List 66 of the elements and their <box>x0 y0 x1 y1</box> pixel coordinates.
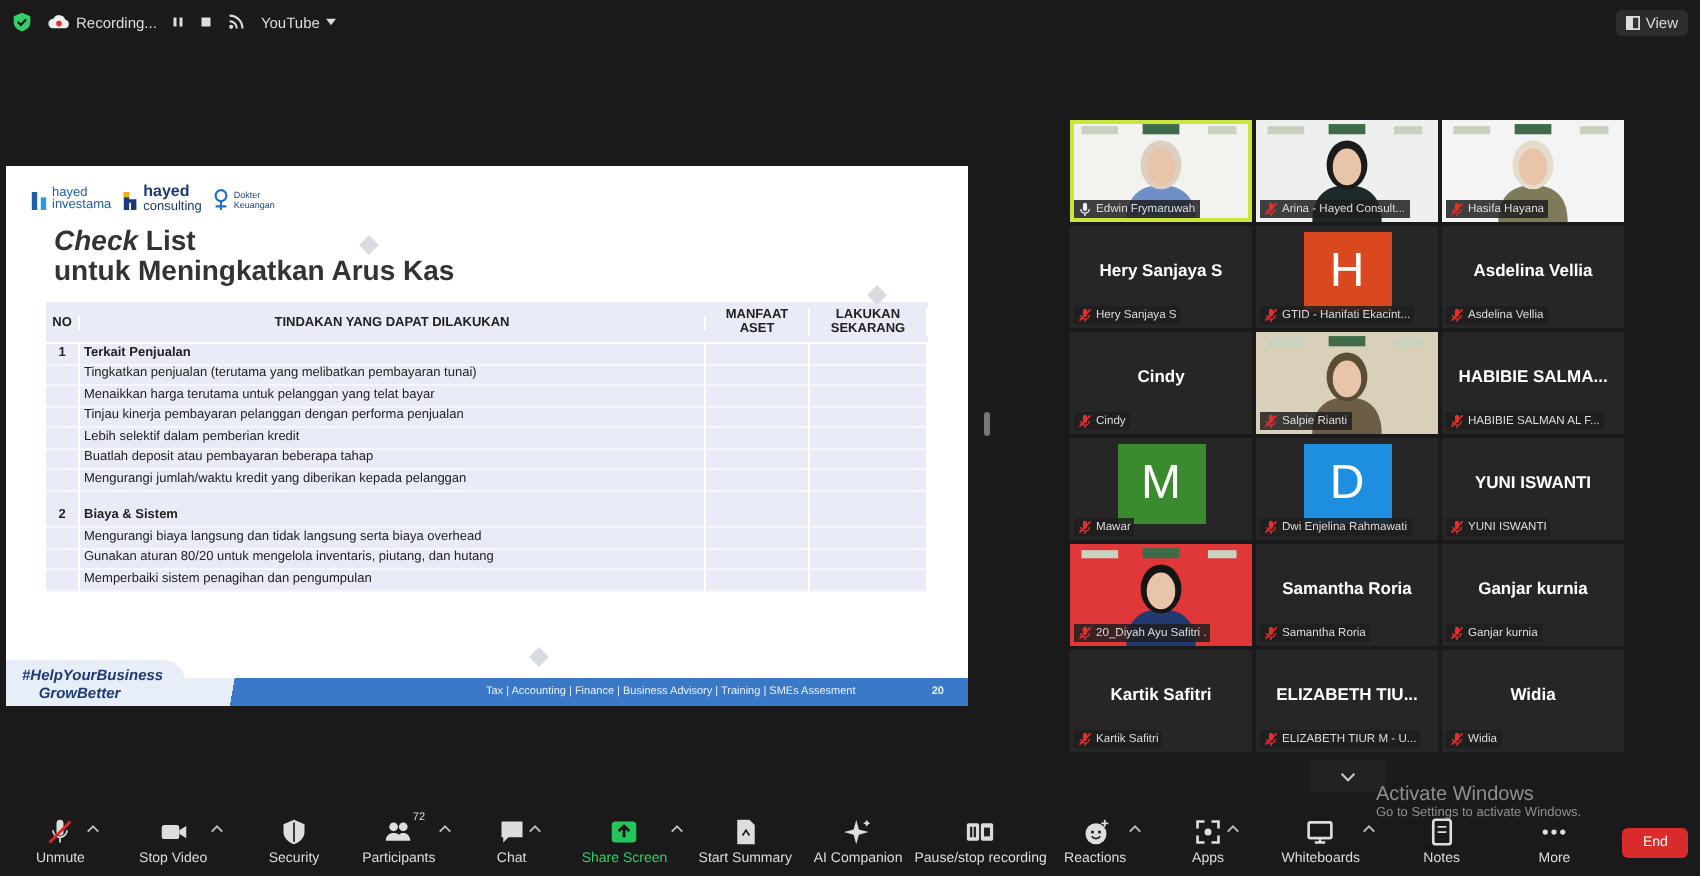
sparkle-icon <box>844 818 873 846</box>
participants-icon <box>384 818 413 846</box>
muted-microphone-icon <box>1450 414 1464 428</box>
participant-name: ELIZABETH TIU... <box>1276 683 1418 703</box>
participant-name: Samantha Roria <box>1282 577 1412 597</box>
logo-icon <box>30 187 48 213</box>
caret-icon[interactable] <box>209 824 224 834</box>
muted-microphone-icon <box>46 818 75 846</box>
muted-microphone-icon <box>1078 732 1092 746</box>
logo-icon <box>211 187 230 213</box>
chat-bubble-icon <box>497 818 526 846</box>
muted-microphone-icon <box>1264 626 1278 640</box>
caret-icon <box>325 18 336 26</box>
participant-name: Widia <box>1510 683 1556 703</box>
participant-name: Asdelina Vellia <box>1473 259 1593 279</box>
avatar: H <box>1303 231 1391 311</box>
muted-microphone-icon <box>1264 414 1278 428</box>
shield-check-icon[interactable] <box>12 12 32 32</box>
caret-icon[interactable] <box>1226 824 1240 834</box>
muted-microphone-icon <box>1450 732 1464 746</box>
avatar: D <box>1303 443 1391 523</box>
avatar: M <box>1117 443 1205 523</box>
logo-icon <box>121 187 140 213</box>
chevron-down-icon <box>1340 771 1356 781</box>
activation-notice-title: Activate Windows <box>1376 784 1536 806</box>
muted-microphone-icon <box>1264 520 1278 534</box>
muted-microphone-icon <box>1450 202 1464 216</box>
smiley-icon <box>1081 818 1110 846</box>
apps-icon <box>1194 818 1223 846</box>
pause-icon[interactable] <box>172 16 185 28</box>
document-icon <box>731 818 760 846</box>
participant-name: Cindy <box>1137 365 1185 385</box>
stop-icon[interactable] <box>200 16 213 28</box>
muted-microphone-icon <box>1450 626 1464 640</box>
slide-subtitle: untuk Meningkatkan Arus Kas <box>54 256 455 286</box>
notes-icon <box>1427 818 1456 846</box>
caret-icon[interactable] <box>86 824 101 834</box>
slide-title: Check List <box>54 226 196 256</box>
caret-icon[interactable] <box>437 824 452 834</box>
participant-name: Hery Sanjaya S <box>1099 259 1223 279</box>
caret-icon[interactable] <box>669 824 684 834</box>
muted-microphone-icon <box>1450 520 1464 534</box>
share-screen-icon <box>610 818 639 846</box>
muted-microphone-icon <box>1450 308 1464 322</box>
caret-icon[interactable] <box>1362 824 1377 834</box>
muted-microphone-icon <box>1078 626 1092 640</box>
muted-microphone-icon <box>1264 308 1278 322</box>
caret-icon[interactable] <box>1128 824 1143 834</box>
layout-icon <box>1625 15 1640 29</box>
muted-microphone-icon <box>1078 308 1092 322</box>
cloud-recording-icon <box>48 14 70 30</box>
muted-microphone-icon <box>1264 732 1278 746</box>
microphone-icon <box>1078 202 1092 216</box>
participant-name: Ganjar kurnia <box>1478 577 1588 597</box>
resize-handle[interactable] <box>984 412 990 436</box>
participant-name: YUNI ISWANTI <box>1474 471 1592 491</box>
muted-microphone-icon <box>1078 520 1092 534</box>
participant-name: Kartik Safitri <box>1110 683 1212 703</box>
participant-name: HABIBIE SALMA... <box>1458 365 1608 385</box>
live-stream-icon[interactable] <box>228 14 245 30</box>
security-shield-icon <box>280 818 308 846</box>
pause-stop-icon <box>966 818 995 846</box>
whiteboard-icon <box>1306 818 1335 846</box>
caret-icon[interactable] <box>528 824 543 834</box>
muted-microphone-icon <box>1078 414 1092 428</box>
muted-microphone-icon <box>1264 202 1278 216</box>
